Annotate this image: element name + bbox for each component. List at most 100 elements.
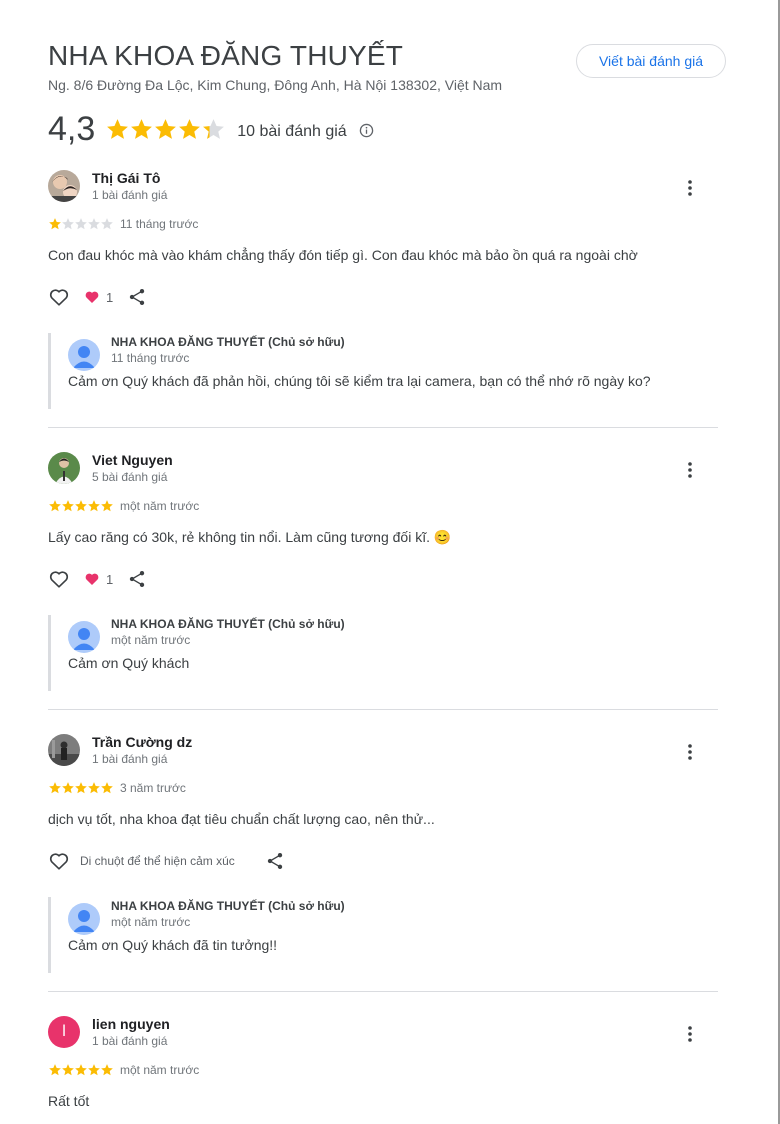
- star-icon: [49, 782, 61, 794]
- review-header: Viet Nguyen 5 bài đánh giá: [48, 452, 720, 488]
- info-icon[interactable]: [359, 123, 374, 138]
- write-review-button[interactable]: Viết bài đánh giá: [576, 44, 726, 78]
- reviewer-name[interactable]: lien nguyen: [92, 1016, 170, 1032]
- reviewer-name[interactable]: Thị Gái Tô: [92, 170, 160, 186]
- overall-rating: 4,3 10 bài đánh giá: [48, 110, 374, 149]
- review-actions: Di chuột để thể hiện cảm xúc: [48, 849, 720, 873]
- reviewer-review-count: 1 bài đánh giá: [92, 188, 168, 202]
- review-item: l lien nguyen 1 bài đánh giá một năm trư…: [48, 1016, 720, 1111]
- reviewer-avatar[interactable]: l: [48, 1016, 80, 1048]
- review-time: một năm trước: [120, 1063, 200, 1077]
- owner-avatar: [68, 903, 100, 935]
- share-icon[interactable]: [127, 569, 147, 589]
- share-icon[interactable]: [127, 287, 147, 307]
- owner-reply-text: Cảm ơn Quý khách: [68, 655, 190, 671]
- more-vert-icon: [688, 1026, 692, 1042]
- business-name: NHA KHOA ĐĂNG THUYẾT: [48, 40, 404, 71]
- like-heart-icon[interactable]: [48, 286, 70, 308]
- star-icon: [62, 1064, 74, 1076]
- owner-name: NHA KHOA ĐĂNG THUYẾT (Chủ sở hữu): [111, 617, 345, 631]
- review-star-rating: [48, 781, 113, 795]
- reviewer-avatar[interactable]: [48, 452, 80, 484]
- review-text: Lấy cao răng có 30k, rẻ không tin nổi. L…: [48, 529, 452, 545]
- more-vert-icon: [688, 462, 692, 478]
- review-time: một năm trước: [120, 499, 200, 513]
- heart-reaction-icon: [85, 291, 99, 303]
- review-header: l lien nguyen 1 bài đánh giá: [48, 1016, 720, 1052]
- star-icon: [49, 500, 61, 512]
- reviewer-name[interactable]: Trần Cường dz: [92, 734, 192, 750]
- reviewer-avatar[interactable]: [48, 170, 80, 202]
- reviewer-avatar[interactable]: [48, 734, 80, 766]
- more-vert-icon: [688, 180, 692, 196]
- review-divider: [48, 427, 718, 428]
- reaction-count: 1: [106, 289, 114, 305]
- review-meta: 11 tháng trước: [48, 216, 720, 232]
- star-icon: [49, 1064, 61, 1076]
- star-icon: [75, 782, 87, 794]
- star-icon: [101, 500, 113, 512]
- review-star-rating: [48, 499, 113, 513]
- review-text: Rất tốt: [48, 1093, 90, 1109]
- more-options-button[interactable]: [678, 1022, 702, 1046]
- review-meta: một năm trước: [48, 498, 720, 514]
- owner-avatar: [68, 339, 100, 371]
- star-icon: [107, 119, 129, 139]
- more-options-button[interactable]: [678, 740, 702, 764]
- owner-name: NHA KHOA ĐĂNG THUYẾT (Chủ sở hữu): [111, 899, 345, 913]
- more-options-button[interactable]: [678, 176, 702, 200]
- review-meta: 3 năm trước: [48, 780, 720, 796]
- review-time: 3 năm trước: [120, 781, 186, 795]
- owner-avatar: [68, 621, 100, 653]
- star-icon: [75, 218, 87, 230]
- review-count: 10 bài đánh giá: [237, 122, 347, 140]
- share-icon[interactable]: [265, 851, 285, 871]
- like-heart-icon[interactable]: [48, 568, 70, 590]
- reaction-summary[interactable]: 1: [84, 289, 113, 305]
- owner-reply-time: 11 tháng trước: [111, 351, 190, 365]
- review-header: Trần Cường dz 1 bài đánh giá: [48, 734, 720, 770]
- review-meta: một năm trước: [48, 1062, 720, 1078]
- owner-reply: NHA KHOA ĐĂNG THUYẾT (Chủ sở hữu) một nă…: [48, 897, 720, 973]
- reviewer-review-count: 1 bài đánh giá: [92, 1034, 168, 1048]
- review-star-rating: [48, 1063, 113, 1077]
- like-heart-icon[interactable]: [48, 850, 70, 872]
- star-icon: [88, 782, 100, 794]
- owner-reply: NHA KHOA ĐĂNG THUYẾT (Chủ sở hữu) một nă…: [48, 615, 720, 691]
- star-icon: [62, 500, 74, 512]
- more-options-button[interactable]: [678, 458, 702, 482]
- star-icon: [88, 1064, 100, 1076]
- review-item: Thị Gái Tô 1 bài đánh giá 11 tháng trước…: [48, 170, 720, 428]
- reaction-count: 1: [106, 571, 114, 587]
- star-icon: [88, 500, 100, 512]
- reviewer-review-count: 1 bài đánh giá: [92, 752, 168, 766]
- star-icon: [75, 500, 87, 512]
- owner-reply: NHA KHOA ĐĂNG THUYẾT (Chủ sở hữu) 11 thá…: [48, 333, 720, 409]
- more-vert-icon: [688, 744, 692, 760]
- reaction-hover-hint: Di chuột để thể hiện cảm xúc: [80, 854, 235, 868]
- star-icon: [101, 1064, 113, 1076]
- reviews-panel: NHA KHOA ĐĂNG THUYẾT Ng. 8/6 Đường Đa Lộ…: [48, 0, 726, 1111]
- overall-star-rating: [105, 117, 225, 142]
- reaction-summary[interactable]: 1: [84, 571, 113, 587]
- star-icon: [75, 1064, 87, 1076]
- owner-reply-text: Cảm ơn Quý khách đã tin tưởng!!: [68, 937, 278, 953]
- reviewer-name[interactable]: Viet Nguyen: [92, 452, 173, 468]
- owner-reply-time: một năm trước: [111, 633, 191, 647]
- star-icon: [155, 119, 177, 139]
- review-text: dịch vụ tốt, nha khoa đạt tiêu chuẩn chấ…: [48, 811, 435, 827]
- star-icon: [62, 218, 74, 230]
- star-icon: [101, 218, 113, 230]
- star-icon: [131, 119, 153, 139]
- star-icon: [101, 782, 113, 794]
- review-time: 11 tháng trước: [120, 217, 199, 231]
- rating-number: 4,3: [48, 110, 96, 148]
- star-icon: [62, 782, 74, 794]
- star-icon: [88, 218, 100, 230]
- review-actions: 1: [48, 285, 720, 309]
- owner-name: NHA KHOA ĐĂNG THUYẾT (Chủ sở hữu): [111, 335, 345, 349]
- heart-reaction-icon: [85, 573, 99, 585]
- star-icon: [49, 218, 61, 230]
- owner-reply-text: Cảm ơn Quý khách đã phản hồi, chúng tôi …: [68, 373, 651, 389]
- review-star-rating: [48, 217, 113, 231]
